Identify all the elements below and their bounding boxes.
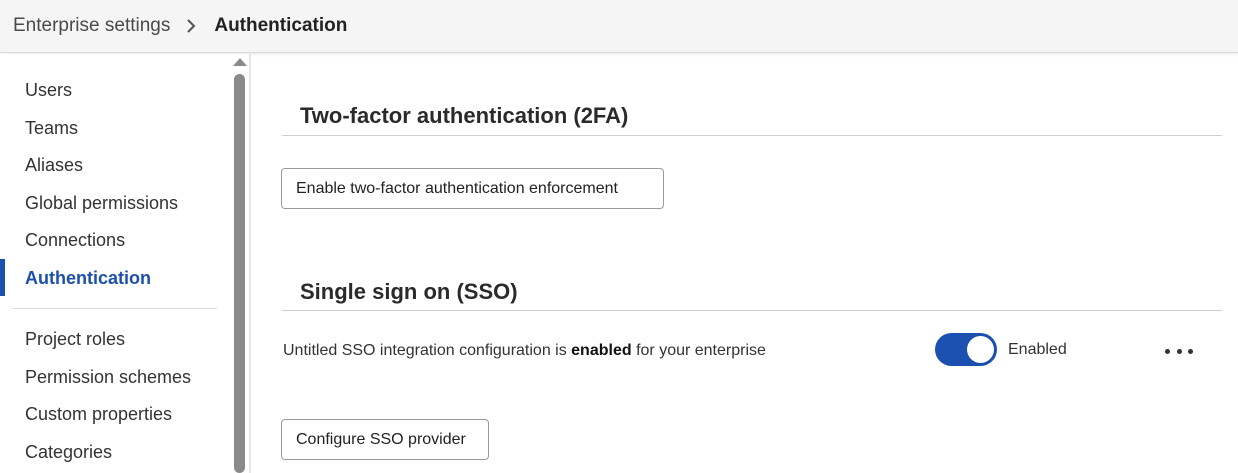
sidebar: Users Teams Aliases Global permissions C… xyxy=(0,54,232,473)
sidebar-item-users[interactable]: Users xyxy=(25,77,72,103)
sso-section-title: Single sign on (SSO) xyxy=(300,279,518,304)
sidebar-item-teams[interactable]: Teams xyxy=(25,115,78,141)
sso-section-rule xyxy=(282,310,1222,311)
sidebar-item-project-roles[interactable]: Project roles xyxy=(25,326,125,352)
scrollbar-thumb[interactable] xyxy=(234,74,245,473)
breadcrumb-parent-link[interactable]: Enterprise settings xyxy=(13,15,170,37)
sidebar-item-authentication[interactable]: Authentication xyxy=(25,265,151,291)
sidebar-item-custom-properties[interactable]: Custom properties xyxy=(25,401,172,427)
panel-divider xyxy=(249,54,251,473)
sidebar-item-categories[interactable]: Categories xyxy=(25,439,112,465)
sso-toggle-label: Enabled xyxy=(1008,341,1067,358)
configure-sso-provider-button[interactable]: Configure SSO provider xyxy=(281,419,489,460)
sidebar-scrollbar[interactable] xyxy=(232,54,248,473)
sso-enabled-toggle[interactable] xyxy=(935,333,997,366)
toggle-knob xyxy=(967,336,994,363)
scroll-up-arrow-icon[interactable] xyxy=(233,58,247,66)
sso-status-suffix: for your enterprise xyxy=(631,342,766,359)
breadcrumb: Enterprise settings Authentication xyxy=(0,0,1238,53)
sso-status-text: Untitled SSO integration configuration i… xyxy=(283,340,766,362)
more-dot xyxy=(1188,348,1193,354)
sidebar-item-aliases[interactable]: Aliases xyxy=(25,152,83,178)
more-dot xyxy=(1176,348,1182,354)
sidebar-divider xyxy=(12,308,217,309)
enable-2fa-enforcement-button[interactable]: Enable two-factor authentication enforce… xyxy=(281,168,664,209)
more-horizontal-icon[interactable] xyxy=(1165,341,1193,361)
chevron-right-icon xyxy=(182,17,200,35)
more-dot xyxy=(1165,348,1170,354)
two-factor-section-title: Two-factor authentication (2FA) xyxy=(300,103,629,128)
sidebar-item-permission-schemes[interactable]: Permission schemes xyxy=(25,364,191,390)
active-indicator xyxy=(0,259,5,296)
two-factor-section-rule xyxy=(282,135,1222,136)
sidebar-item-global-permissions[interactable]: Global permissions xyxy=(25,190,178,216)
page-title: Authentication xyxy=(214,15,348,36)
sidebar-item-connections[interactable]: Connections xyxy=(25,227,125,253)
sso-status-prefix: Untitled SSO integration configuration i… xyxy=(283,342,572,359)
sso-status-emphasis: enabled xyxy=(571,342,632,359)
